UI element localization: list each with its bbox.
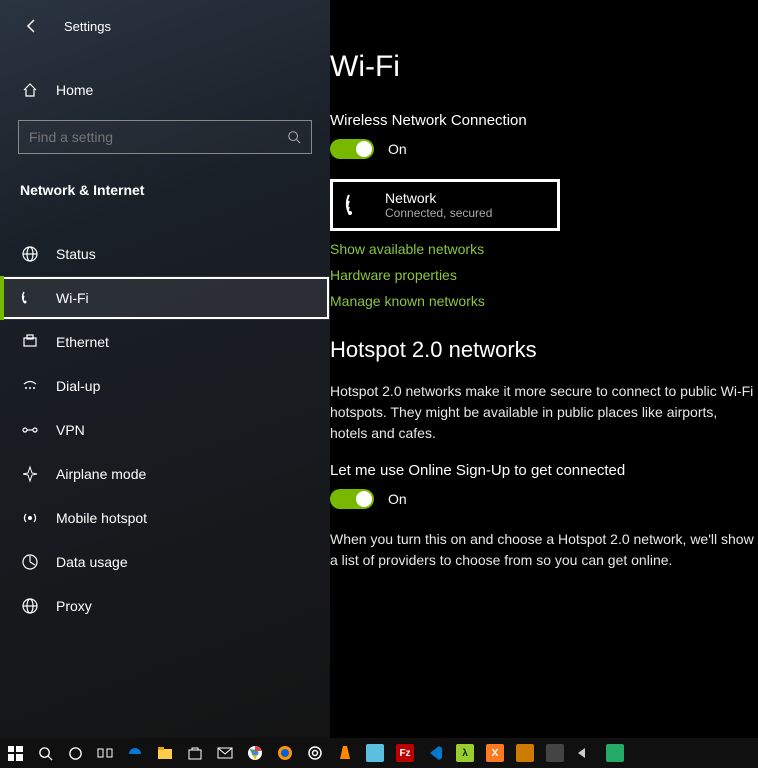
hotspot-body: Hotspot 2.0 networks make it more secure… [330, 381, 758, 444]
chrome-icon[interactable] [242, 740, 268, 766]
ethernet-icon [20, 333, 40, 351]
sidebar-item-label: VPN [56, 422, 85, 438]
sidebar-item-label: Data usage [56, 554, 128, 570]
sidebar-item-label: Status [56, 246, 96, 262]
current-network-card[interactable]: Network Connected, secured [330, 179, 560, 231]
explorer-icon[interactable] [152, 740, 178, 766]
edge-icon[interactable] [122, 740, 148, 766]
search-icon [287, 130, 301, 144]
vpn-icon [20, 421, 40, 439]
sidebar-item-label: Wi-Fi [56, 290, 89, 306]
filezilla-icon[interactable]: Fz [392, 740, 418, 766]
sidebar-item-label: Airplane mode [56, 466, 146, 482]
dialup-icon [20, 377, 40, 395]
wifi-toggle[interactable] [330, 139, 374, 159]
app-icon[interactable] [302, 740, 328, 766]
app-icon[interactable]: λ [452, 740, 478, 766]
sidebar-item-label: Mobile hotspot [56, 510, 147, 526]
network-name: Network [385, 190, 492, 206]
wireless-heading: Wireless Network Connection [330, 112, 758, 129]
sidebar-item-proxy[interactable]: Proxy [0, 584, 330, 628]
hotspot-heading: Hotspot 2.0 networks [330, 337, 758, 363]
signup-label: Let me use Online Sign-Up to get connect… [330, 462, 758, 479]
sidebar-item-dialup[interactable]: Dial-up [0, 364, 330, 408]
settings-sidebar: Settings Home Network & Internet Status … [0, 0, 330, 738]
hardware-properties-link[interactable]: Hardware properties [330, 267, 758, 283]
start-button[interactable] [2, 740, 28, 766]
show-networks-link[interactable]: Show available networks [330, 241, 758, 257]
sidebar-item-hotspot[interactable]: Mobile hotspot [0, 496, 330, 540]
signup-body: When you turn this on and choose a Hotsp… [330, 529, 758, 571]
search-input[interactable] [29, 129, 287, 145]
search-input-container[interactable] [18, 120, 312, 154]
taskbar-search-icon[interactable] [32, 740, 58, 766]
status-icon [20, 245, 40, 263]
section-title: Network & Internet [0, 172, 330, 208]
task-view-icon[interactable] [92, 740, 118, 766]
network-status: Connected, secured [385, 206, 492, 220]
vscode-icon[interactable] [422, 740, 448, 766]
manage-known-link[interactable]: Manage known networks [330, 293, 758, 309]
sidebar-item-airplane[interactable]: Airplane mode [0, 452, 330, 496]
hotspot-icon [20, 509, 40, 527]
home-label: Home [56, 82, 93, 98]
home-nav[interactable]: Home [0, 70, 330, 110]
store-icon[interactable] [182, 740, 208, 766]
cortana-icon[interactable] [62, 740, 88, 766]
sidebar-item-ethernet[interactable]: Ethernet [0, 320, 330, 364]
sidebar-item-label: Proxy [56, 598, 92, 614]
app-icon[interactable] [602, 740, 628, 766]
airplane-icon [20, 465, 40, 483]
signup-toggle-label: On [388, 491, 407, 507]
sidebar-item-label: Dial-up [56, 378, 100, 394]
xampp-icon[interactable]: X [482, 740, 508, 766]
wifi-toggle-label: On [388, 141, 407, 157]
app-icon[interactable] [572, 740, 598, 766]
proxy-icon [20, 597, 40, 615]
sidebar-item-datausage[interactable]: Data usage [0, 540, 330, 584]
app-icon[interactable] [542, 740, 568, 766]
wifi-icon [20, 289, 40, 307]
app-icon[interactable] [512, 740, 538, 766]
sidebar-item-vpn[interactable]: VPN [0, 408, 330, 452]
signup-toggle[interactable] [330, 489, 374, 509]
notepad-icon[interactable] [362, 740, 388, 766]
back-button[interactable] [20, 14, 44, 38]
app-title: Settings [64, 19, 111, 34]
page-title: Wi-Fi [330, 50, 758, 84]
sidebar-item-status[interactable]: Status [0, 232, 330, 276]
vlc-icon[interactable] [332, 740, 358, 766]
datausage-icon [20, 553, 40, 571]
taskbar: Fz λ X [0, 738, 758, 768]
firefox-icon[interactable] [272, 740, 298, 766]
sidebar-item-wifi[interactable]: Wi-Fi [0, 276, 330, 320]
home-icon [20, 82, 40, 98]
sidebar-item-label: Ethernet [56, 334, 109, 350]
wifi-signal-icon [345, 192, 371, 218]
content-pane: Wi-Fi Wireless Network Connection On Net… [330, 0, 758, 738]
mail-icon[interactable] [212, 740, 238, 766]
